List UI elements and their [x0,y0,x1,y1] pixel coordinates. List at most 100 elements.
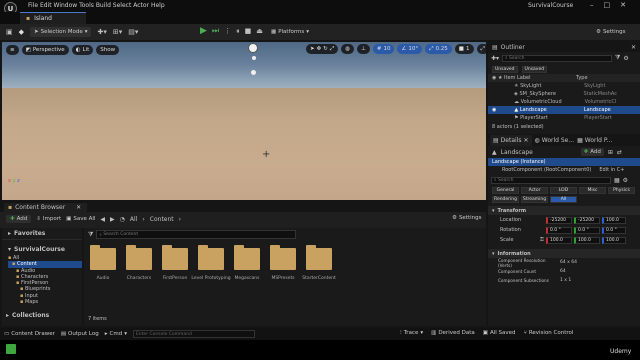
scale-z[interactable]: 100.0 [602,236,626,244]
component-instance[interactable]: Landscape (Instance) [488,158,640,166]
tune-icon[interactable]: ⇄ [617,149,622,156]
project-header[interactable]: ▾ SurvivalCourse [2,243,82,255]
import-button[interactable]: ⇩ Import [36,216,61,222]
filter-lod[interactable]: LOD [550,187,577,194]
menu-file[interactable]: File [28,2,38,9]
close-icon[interactable]: ✕ [76,204,81,211]
grid-view-icon[interactable]: ▦ [614,177,620,184]
location-x[interactable]: -25200 [546,216,572,224]
scale-snap-button[interactable]: ⤢ 0.25 [425,44,452,54]
filter-actor[interactable]: Actor [521,187,548,194]
col-type[interactable]: Type [576,75,587,81]
scale-x[interactable]: 100.0 [546,236,572,244]
location-z[interactable]: 100.0 [602,216,626,224]
transform-header[interactable]: ▾ Transform [488,206,640,215]
folder-firstperson-icon[interactable] [162,245,188,270]
play-options-icon[interactable]: ⋮ [224,27,231,35]
blueprint-icon[interactable]: ⊞ [608,149,613,156]
level-viewport[interactable]: + x y z [2,42,486,200]
content-search-input[interactable]: ⌕ Search Content [96,230,297,239]
filter-misc[interactable]: Misc [579,187,606,194]
rotation-label[interactable]: Rotation [500,227,544,233]
folder-megascans-icon[interactable] [234,245,260,270]
outliner-row[interactable]: ☁ VolumetricCloud VolumetricCl [488,98,640,106]
gear-icon[interactable]: ⚙ [623,177,628,184]
outliner-row[interactable]: ⚑ PlayerStart PlayerStart [488,114,640,122]
eye-icon[interactable]: ◉ [492,107,496,113]
world-partition-tab[interactable]: ▦ World P... [577,137,612,144]
filter-all[interactable]: All [550,196,577,203]
output-log-button[interactable]: ▤ Output Log [61,331,99,337]
folder-mspresets-icon[interactable] [270,245,296,270]
lock-icon[interactable]: ⚿ [540,237,544,243]
content-settings-button[interactable]: ⚙ Settings [452,215,482,221]
settings-button[interactable]: ⚙ Settings [596,29,626,35]
add-icon[interactable]: ✚▾ [491,55,499,62]
tree-maps[interactable]: ▪ Maps [8,299,82,305]
folder-audio-icon[interactable] [90,245,116,270]
eye-icon[interactable]: ◉ [492,75,496,81]
sequencer-icon[interactable]: ▤▾ [128,28,138,36]
filter-icon[interactable]: ⧩ [615,54,620,62]
unsaved-filter-1[interactable]: Unsaved [492,65,518,73]
outliner-row-selected[interactable]: ◉ ▲ Landscape Landscape [488,106,640,114]
gear-icon[interactable]: ⚙ [623,55,628,62]
platforms-button[interactable]: ▦ Platforms ▾ [271,29,309,35]
save-icon[interactable]: ▣ [6,28,13,36]
folder-level-prototyping-icon[interactable] [198,245,224,270]
rotation-x[interactable]: 0.0 ° [546,226,572,234]
outliner-tab[interactable]: ▤ Outliner ✕ [488,42,640,52]
breadcrumb-all[interactable]: All [130,216,137,223]
details-add-button[interactable]: ✚ Add [580,148,604,156]
back-icon[interactable]: ◀ [100,216,105,223]
stop-icon[interactable]: ■ [245,27,252,35]
close-icon[interactable]: ✕ [631,44,636,51]
close-icon[interactable]: ✕ [620,1,626,9]
cloud-gizmo-icon[interactable] [251,70,256,75]
play-next-icon[interactable]: ⏭ [212,26,219,36]
light-gizmo-icon[interactable] [252,56,256,60]
location-y[interactable]: -25200 [574,216,600,224]
world-local-button[interactable]: ◍ [341,44,355,54]
menu-help[interactable]: Help [151,2,165,9]
maximize-icon[interactable]: □ [604,1,611,9]
revision-control-button[interactable]: ⑂ Revision Control [524,330,574,336]
breadcrumb-content[interactable]: Content [150,216,174,223]
perspective-button[interactable]: ◩ Perspective [21,44,69,55]
forward-icon[interactable]: ▶ [110,216,115,223]
collections-header[interactable]: ▸ Collections [6,312,49,319]
outliner-search-input[interactable]: ⌕ Search [502,54,613,62]
details-search-input[interactable]: ⌕ Search [491,176,611,184]
transform-tools[interactable]: ➤ ✥ ↻ ⤢ [306,44,339,54]
scale-label[interactable]: Scale [500,237,538,243]
content-drawer-button[interactable]: ▭ Content Drawer [4,331,55,337]
trace-button[interactable]: ⁝ Trace ▾ [400,330,423,336]
eject-icon[interactable]: ⏏ [256,27,263,35]
cube-icon[interactable]: ◆ [19,28,24,36]
viewport-menu-button[interactable]: ≡ [6,44,19,55]
all-saved-button[interactable]: ▣ All Saved [483,330,516,336]
unsaved-filter-2[interactable]: Unsaved [521,65,548,73]
console-input[interactable]: Enter Console Command [132,330,255,338]
close-icon[interactable]: ✕ [523,137,528,144]
menu-select[interactable]: Select [113,2,132,9]
outliner-row[interactable]: ☀ SkyLight SkyLight [488,82,640,90]
grid-snap-button[interactable]: #10 [372,44,395,54]
show-button[interactable]: Show [96,44,120,55]
add-button[interactable]: ✚ Add [6,215,32,223]
scale-y[interactable]: 100.0 [574,236,600,244]
save-all-button[interactable]: ▣ Save All [66,216,95,222]
pause-icon[interactable]: ⏸ [236,27,240,36]
menu-edit[interactable]: Edit [40,2,52,9]
menu-tools[interactable]: Tools [79,2,94,9]
menu-window[interactable]: Window [54,2,78,9]
outliner-row[interactable]: ◈ SM_SkySphere StaticMeshAc [488,90,640,98]
menu-build[interactable]: Build [96,2,111,9]
rotation-snap-button[interactable]: ∠ 10° [397,44,423,54]
minimize-icon[interactable]: – [590,1,594,9]
filter-general[interactable]: General [492,187,519,194]
favorites-header[interactable]: ▸ Favorites [2,228,82,240]
location-label[interactable]: Location [500,217,544,223]
filter-streaming[interactable]: Streaming [521,196,548,203]
camera-speed-button[interactable]: ■ 1 [454,44,474,54]
